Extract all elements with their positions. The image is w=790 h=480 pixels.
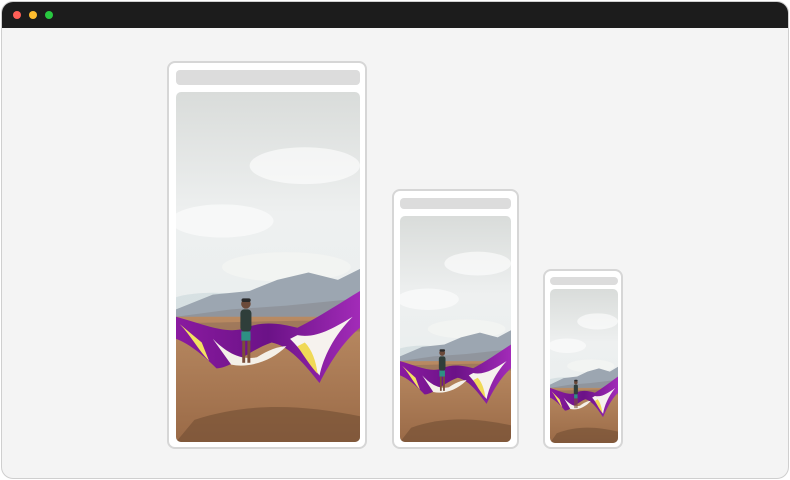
title-bar [2, 2, 788, 28]
minimize-window-button[interactable] [29, 11, 37, 19]
app-window [1, 1, 789, 479]
preview-card-medium[interactable] [392, 189, 519, 449]
kite-beach-photo [400, 216, 511, 442]
close-window-button[interactable] [13, 11, 21, 19]
preview-card-large[interactable] [167, 61, 367, 449]
kite-beach-photo [550, 289, 618, 443]
zoom-window-button[interactable] [45, 11, 53, 19]
preview-card-small[interactable] [543, 269, 623, 449]
title-placeholder [400, 198, 511, 209]
kite-beach-photo [176, 92, 360, 442]
title-placeholder [176, 70, 360, 85]
title-placeholder [550, 277, 618, 285]
